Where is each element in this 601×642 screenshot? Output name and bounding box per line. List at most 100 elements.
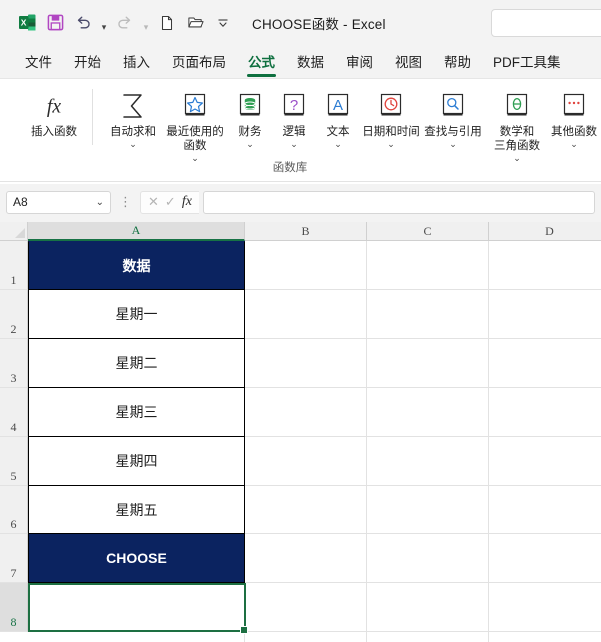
lookup-reference-caret-icon[interactable]: ⌄ [449,139,457,149]
cell-c5[interactable] [367,437,489,486]
svg-text:X: X [20,18,26,28]
column-header-d[interactable]: D [489,222,601,241]
tab-formulas[interactable]: 公式 [239,47,284,77]
cell-b7[interactable] [245,534,367,583]
row-header-4[interactable]: 4 [0,388,28,437]
cell-a1[interactable]: 数据 [28,241,245,290]
cell-b4[interactable] [245,388,367,437]
cell-b5[interactable] [245,437,367,486]
cell-d7[interactable] [489,534,601,583]
cell-d5[interactable] [489,437,601,486]
cell-d6[interactable] [489,486,601,534]
cell-c6[interactable] [367,486,489,534]
cell-d1[interactable] [489,241,601,290]
tab-review[interactable]: 审阅 [337,47,382,77]
row-header-7[interactable]: 7 [0,534,28,583]
cell-b3[interactable] [245,339,367,388]
tab-insert[interactable]: 插入 [114,47,159,77]
more-functions-label: 其他函数 [551,126,597,138]
cell-a5[interactable]: 星期四 [28,437,245,486]
cell-d4[interactable] [489,388,601,437]
lookup-reference-button[interactable]: 查找与引用 ⌄ [418,83,488,149]
financial-caret-icon[interactable]: ⌄ [246,139,254,149]
name-box[interactable]: A8 ⌄ [6,190,111,214]
math-trig-label: 数学和 三角函数 [494,126,540,152]
more-functions-caret-icon[interactable]: ⌄ [570,139,578,149]
insert-function-label: 插入函数 [31,126,77,138]
cell-c2[interactable] [367,290,489,339]
svg-text:A: A [333,97,343,114]
cell-d9[interactable] [489,632,601,642]
recently-used-button[interactable]: 最近使用的 函数 ⌄ [160,83,230,163]
ribbon-divider [92,89,93,145]
cell-d2[interactable] [489,290,601,339]
open-folder-icon[interactable] [182,10,208,36]
autosum-button[interactable]: 自动求和 ⌄ [100,83,166,149]
customize-qat-icon[interactable] [210,10,236,36]
document-title: CHOOSE函数 - Excel [252,16,386,32]
row-header-1[interactable]: 1 [0,241,28,290]
row-header-3[interactable]: 3 [0,339,28,388]
tab-file[interactable]: 文件 [16,47,61,77]
confirm-icon[interactable]: ✓ [165,194,176,210]
column-headers: A B C D [28,222,601,241]
row-header-5[interactable]: 5 [0,437,28,486]
undo-dropdown-caret-icon[interactable]: ▾ [98,6,110,39]
cell-c9[interactable] [367,632,489,642]
date-time-button[interactable]: 日期和时间 ⌄ [356,83,426,149]
text-caret-icon[interactable]: ⌄ [334,139,342,149]
tab-view[interactable]: 视图 [386,47,431,77]
cell-c1[interactable] [367,241,489,290]
cell-d3[interactable] [489,339,601,388]
cell-c7[interactable] [367,534,489,583]
lookup-reference-label: 查找与引用 [424,126,482,138]
cell-b6[interactable] [245,486,367,534]
active-cell-selection[interactable] [28,583,246,632]
cell-a9[interactable] [28,632,245,642]
quick-access-toolbar: X ▾ ▾ CHOOSE函数 - Excel [0,6,386,39]
cell-b9[interactable] [245,632,367,642]
cancel-icon[interactable]: ✕ [148,194,159,210]
financial-label: 财务 [238,126,262,138]
column-header-a[interactable]: A [28,222,245,241]
tab-help[interactable]: 帮助 [435,47,480,77]
search-box[interactable] [491,9,601,37]
fill-handle[interactable] [240,626,248,634]
tab-pdf-tools[interactable]: PDF工具集 [484,47,570,77]
cell-a6[interactable]: 星期五 [28,486,245,534]
save-icon[interactable] [42,10,68,36]
cell-c4[interactable] [367,388,489,437]
column-header-b[interactable]: B [245,222,367,241]
cell-c8[interactable] [367,583,489,632]
new-file-icon[interactable] [154,10,180,36]
cell-d8[interactable] [489,583,601,632]
recently-used-label: 最近使用的 函数 [166,126,224,152]
select-all-corner[interactable] [0,222,28,241]
cell-c3[interactable] [367,339,489,388]
fx-insert-icon[interactable]: fx [182,194,192,210]
tab-page-layout[interactable]: 页面布局 [163,47,235,77]
cell-b8[interactable] [245,583,367,632]
cell-b2[interactable] [245,290,367,339]
row-header-6[interactable]: 6 [0,486,28,534]
logical-caret-icon[interactable]: ⌄ [290,139,298,149]
cell-a7[interactable]: CHOOSE [28,534,245,583]
cell-b1[interactable] [245,241,367,290]
autosum-caret-icon[interactable]: ⌄ [129,139,137,149]
insert-function-button[interactable]: fx 插入函数 [22,83,86,139]
row-header-2[interactable]: 2 [0,290,28,339]
column-header-c[interactable]: C [367,222,489,241]
date-time-caret-icon[interactable]: ⌄ [387,139,395,149]
search-book-icon [440,89,466,123]
tab-data[interactable]: 数据 [288,47,333,77]
more-functions-button[interactable]: 其他函数 ⌄ [542,83,601,149]
svg-text:?: ? [290,97,298,114]
row-header-8[interactable]: 8 [0,583,28,632]
cell-a3[interactable]: 星期二 [28,339,245,388]
name-box-caret-icon[interactable]: ⌄ [96,197,104,208]
tab-home[interactable]: 开始 [65,47,110,77]
undo-icon[interactable] [70,10,96,36]
cell-a2[interactable]: 星期一 [28,290,245,339]
cell-a4[interactable]: 星期三 [28,388,245,437]
formula-input[interactable] [202,190,595,214]
